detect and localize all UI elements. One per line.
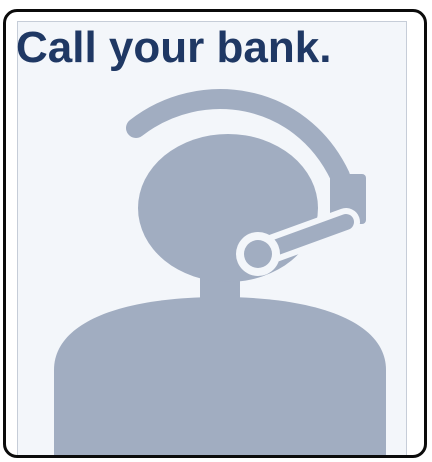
page-title: Call your bank. [16,23,332,72]
agent-torso [54,297,386,455]
agent-head [138,134,318,282]
microphone-tip [244,240,272,268]
support-agent-figure [54,89,386,455]
